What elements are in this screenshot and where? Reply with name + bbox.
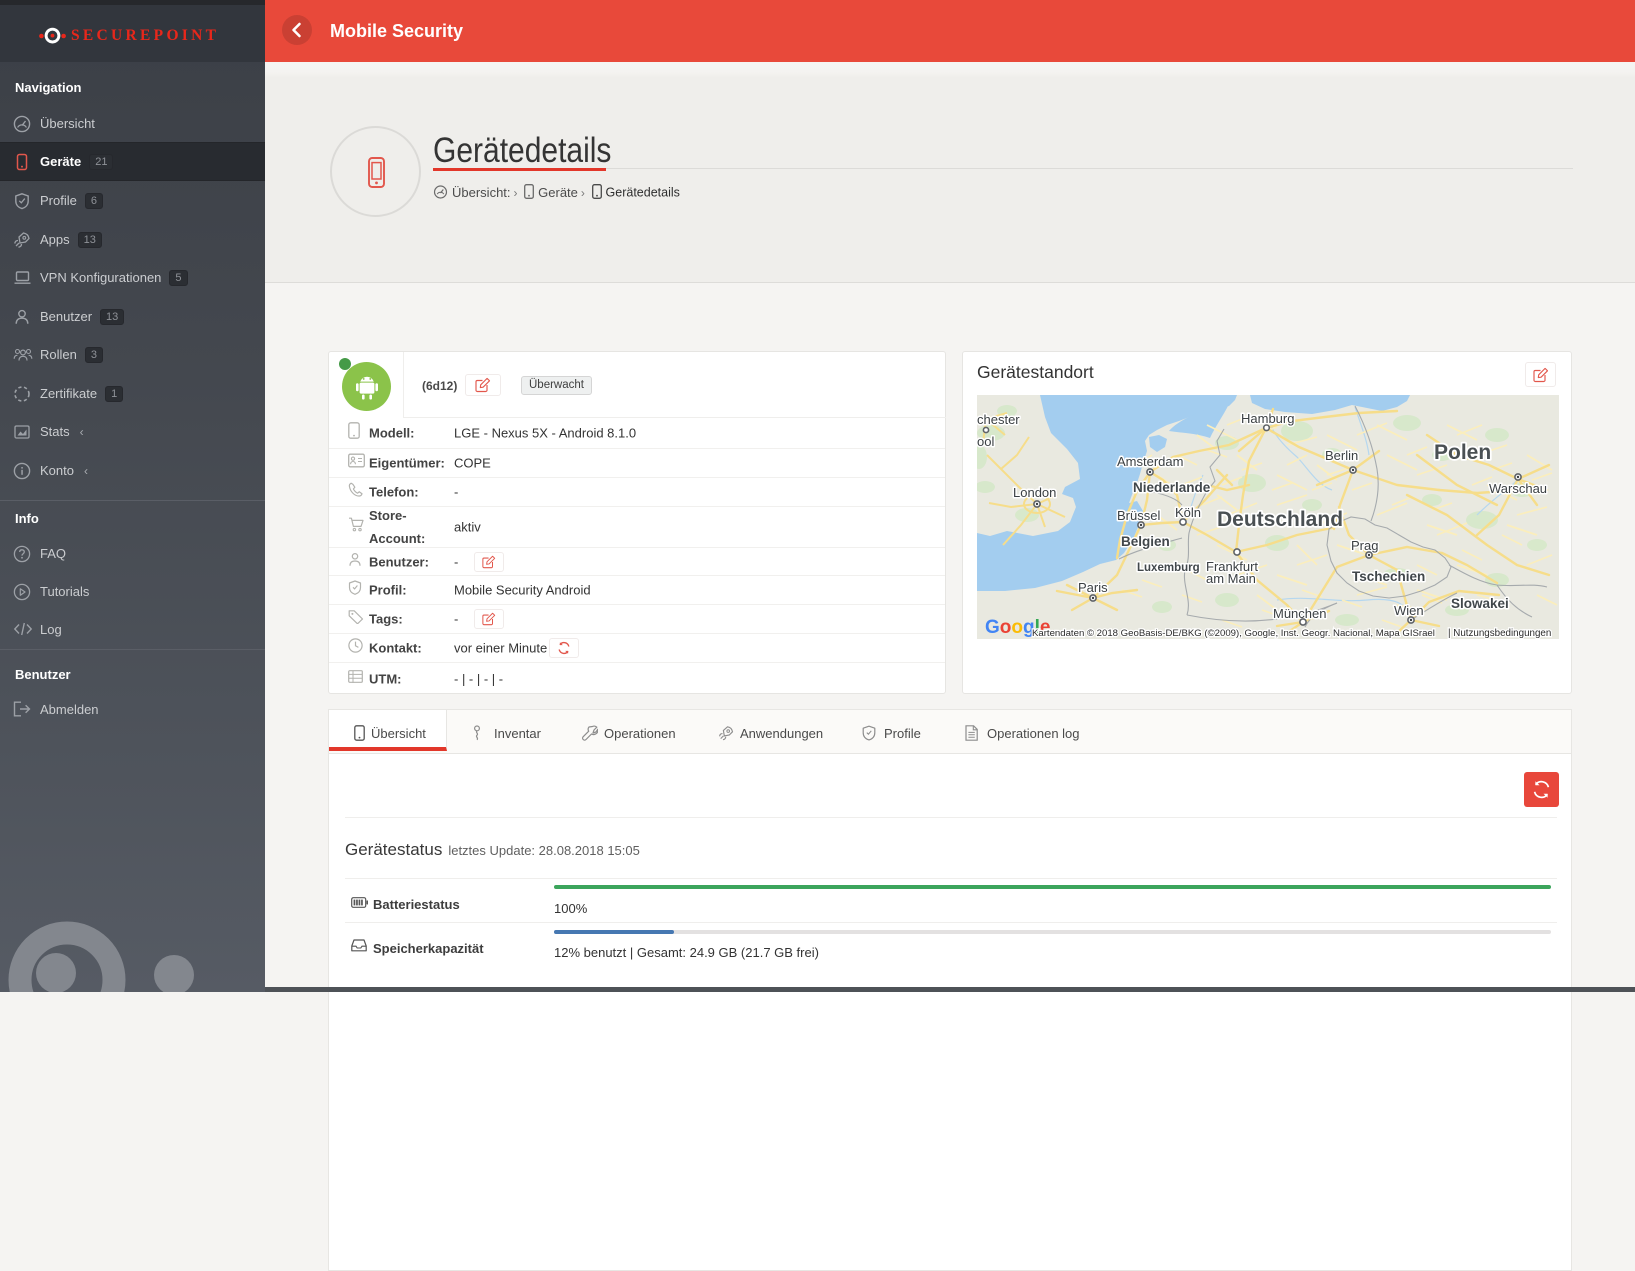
svg-text:Belgien: Belgien	[1121, 534, 1170, 549]
svg-text:Amsterdam: Amsterdam	[1117, 454, 1183, 469]
svg-text:London: London	[1013, 485, 1056, 500]
svg-text:Deutschland: Deutschland	[1217, 508, 1343, 531]
svg-text:Kartendaten © 2018 GeoBasis-DE: Kartendaten © 2018 GeoBasis-DE/BKG (©200…	[1032, 628, 1435, 639]
svg-text:Prag: Prag	[1351, 538, 1378, 553]
svg-text:Brüssel: Brüssel	[1117, 508, 1160, 523]
svg-text:Paris: Paris	[1078, 580, 1108, 595]
svg-text:Köln: Köln	[1175, 505, 1201, 520]
svg-text:Hamburg: Hamburg	[1241, 411, 1294, 426]
svg-text:| Nutzungsbedingungen: | Nutzungsbedingungen	[1448, 628, 1551, 639]
svg-text:Polen: Polen	[1434, 441, 1491, 464]
svg-text:München: München	[1273, 606, 1326, 621]
svg-text:am Main: am Main	[1206, 571, 1256, 586]
svg-text:Wien: Wien	[1394, 603, 1424, 618]
svg-text:Tschechien: Tschechien	[1352, 569, 1425, 584]
svg-text:Berlin: Berlin	[1325, 448, 1358, 463]
svg-text:Warschau: Warschau	[1489, 481, 1547, 496]
svg-text:Slowakei: Slowakei	[1451, 596, 1509, 611]
svg-text:chester: chester	[977, 412, 1020, 427]
svg-text:ool: ool	[977, 434, 994, 449]
svg-text:Luxemburg: Luxemburg	[1137, 562, 1200, 574]
svg-text:Niederlande: Niederlande	[1133, 480, 1211, 495]
